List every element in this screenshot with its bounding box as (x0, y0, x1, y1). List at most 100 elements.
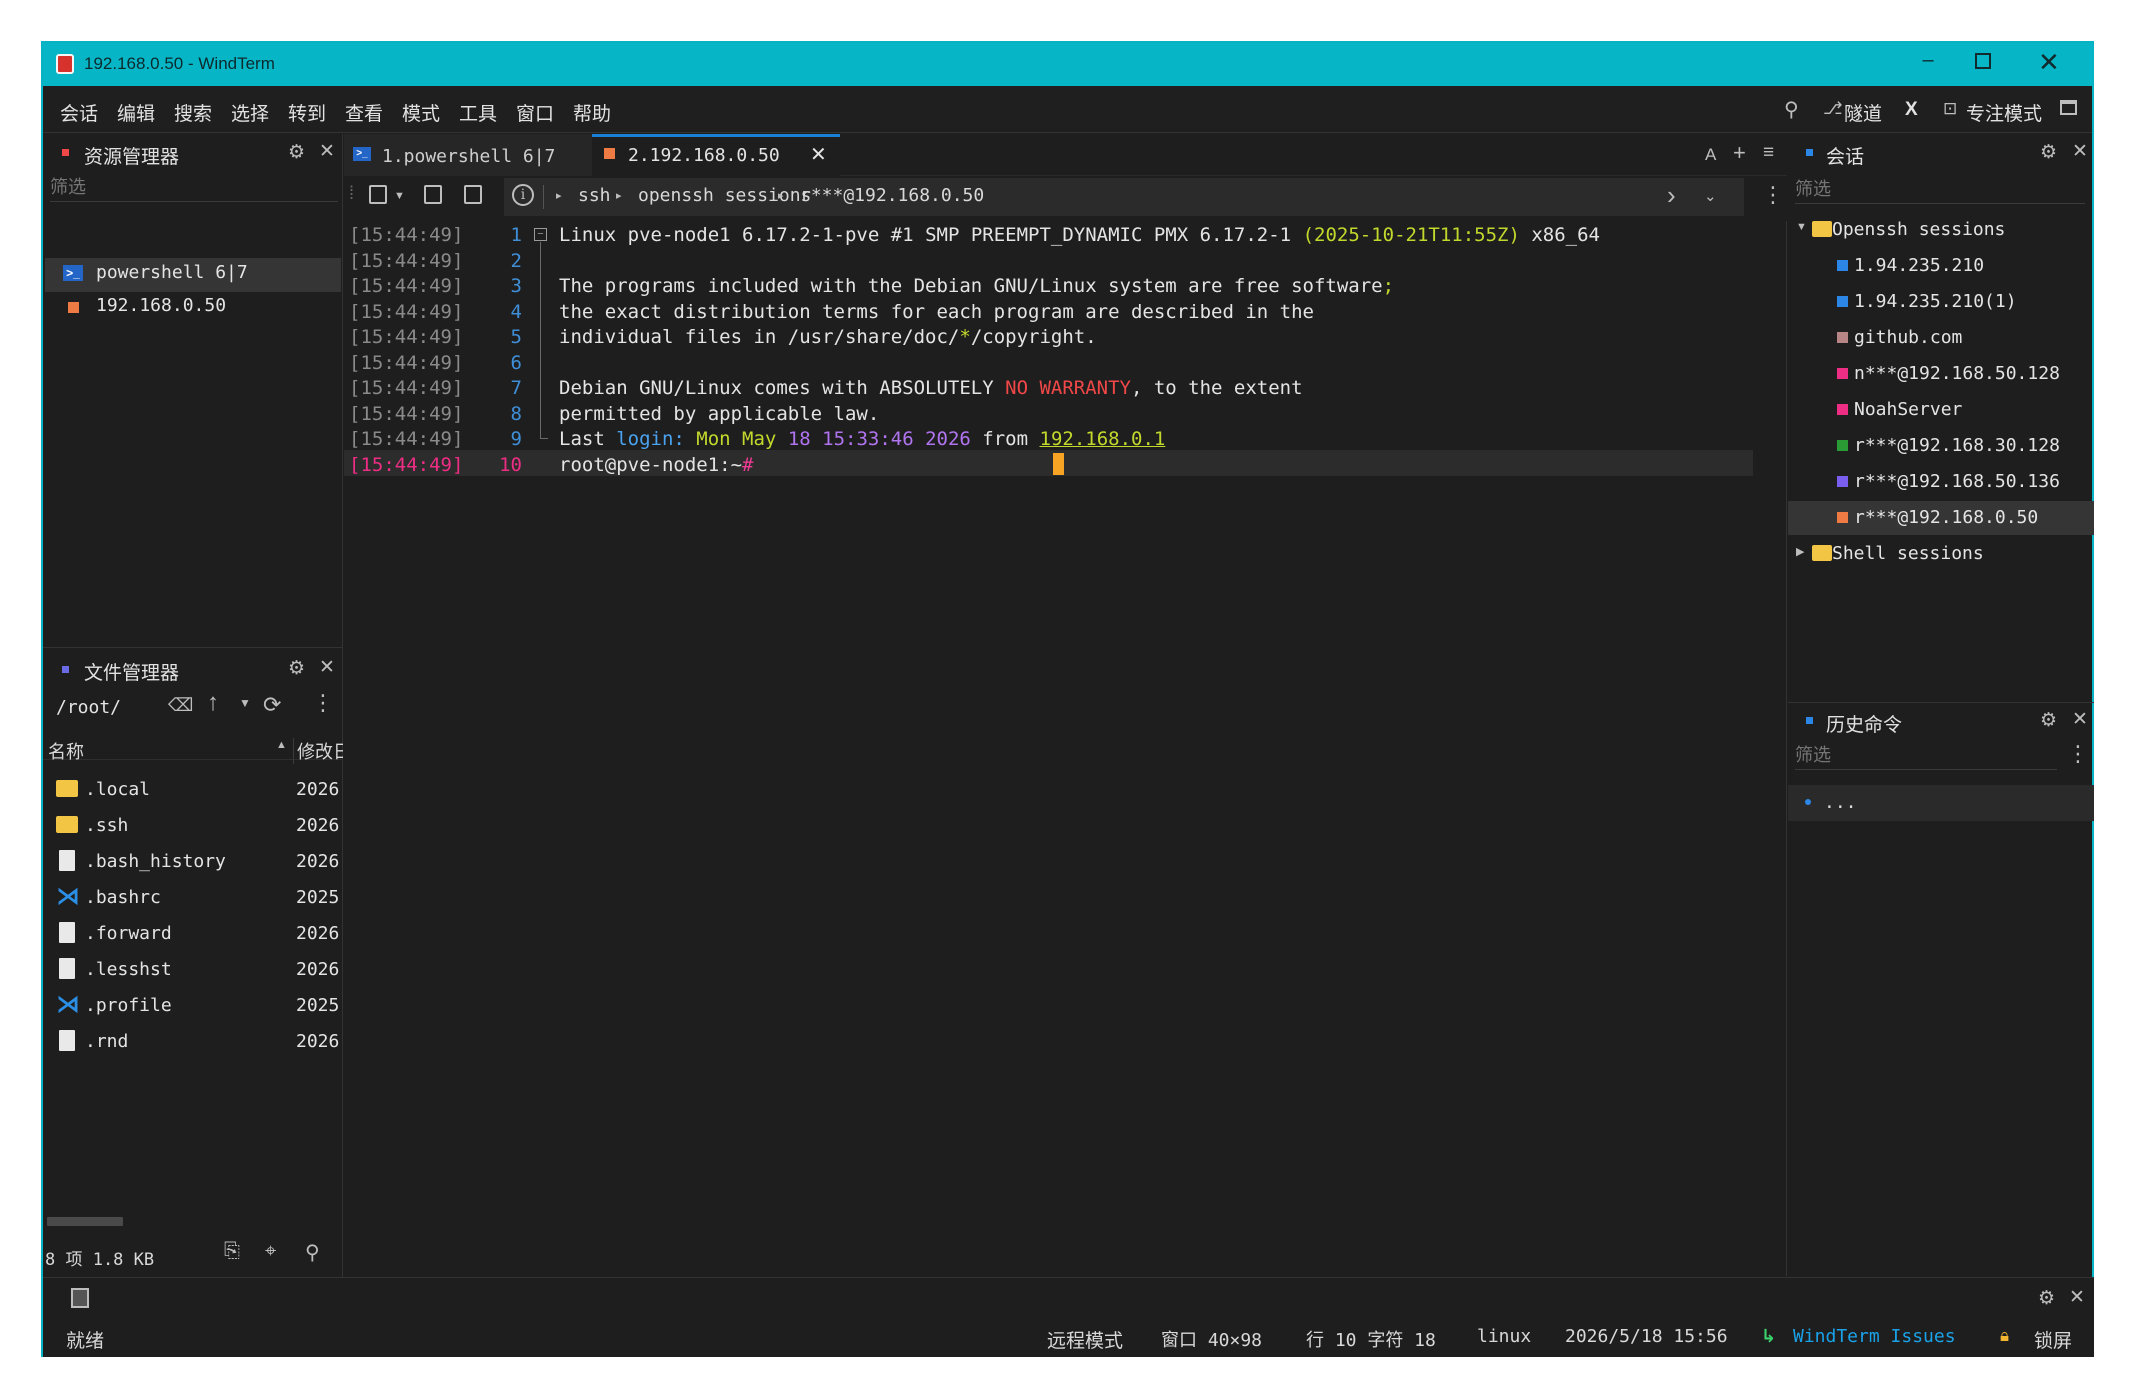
drag-handle-icon[interactable]: ⁞ (349, 183, 354, 204)
chevron-down-icon[interactable]: ▼ (239, 696, 251, 710)
explorer-filter-input[interactable] (50, 174, 338, 202)
close-window-button[interactable]: ✕ (2038, 47, 2060, 78)
output-panel-icon[interactable] (71, 1288, 89, 1308)
chevron-right-icon[interactable]: › (1667, 180, 1676, 211)
chevron-right-icon[interactable]: ▶ (1796, 545, 1804, 558)
session-item[interactable]: 1.94.235.210(1) (1788, 285, 2094, 319)
status-remote-mode[interactable]: 远程模式 (1047, 1326, 1123, 1353)
settings-gear-icon[interactable]: ⚙ (2040, 141, 2057, 164)
explorer-item-host[interactable]: 192.168.0.50 (96, 295, 226, 316)
file-row[interactable]: .rnd 2026 (43, 1024, 343, 1058)
sessions-filter-input[interactable] (1795, 176, 2085, 204)
menu-view[interactable]: 查看 (345, 99, 383, 126)
clear-path-icon[interactable]: ⌫ (168, 695, 193, 716)
focus-mode-button[interactable]: 专注模式 (1966, 99, 2042, 126)
session-color-icon (1837, 440, 1848, 451)
up-arrow-icon[interactable]: ↑ (207, 689, 219, 717)
menu-tools[interactable]: 工具 (459, 99, 497, 126)
windterm-issues-link[interactable]: WindTerm Issues (1793, 1326, 1956, 1347)
session-item[interactable]: r***@192.168.50.136 (1788, 465, 2094, 499)
file-row[interactable]: .forward 2026 (43, 916, 343, 950)
breadcrumb-item[interactable]: openssh sessions (638, 185, 811, 206)
menu-session[interactable]: 会话 (60, 99, 98, 126)
more-icon[interactable]: ⋮ (2067, 741, 2089, 767)
location-user-icon[interactable]: ⚲ (305, 1240, 320, 1265)
orange-square-icon (68, 302, 79, 313)
menu-goto[interactable]: 转到 (288, 99, 326, 126)
more-icon[interactable]: ⋮ (312, 690, 334, 716)
tab-host[interactable]: 2.192.168.0.50 ✕ (592, 134, 840, 176)
horizontal-scrollbar[interactable] (47, 1217, 123, 1226)
close-panel-icon[interactable]: ✕ (319, 656, 335, 679)
terminal[interactable]: [15:44:49] 1 Linux pve-node1 6.17.2-1-pve … (344, 221, 1787, 1276)
terminal-text: root@pve-node1:~ (559, 453, 743, 476)
file-row[interactable]: .bash_history 2026 (43, 844, 343, 878)
tab-menu-button[interactable]: ≡ (1763, 142, 1774, 164)
refresh-icon[interactable]: ⟳ (263, 692, 281, 718)
settings-gear-icon[interactable]: ⚙ (2038, 1287, 2055, 1310)
session-item[interactable]: github.com (1788, 321, 2094, 355)
maximize-button[interactable] (1975, 53, 1991, 69)
session-item[interactable]: 1.94.235.210 (1788, 249, 2094, 283)
x-button[interactable]: X (1905, 99, 1918, 121)
breadcrumb-item[interactable]: ssh (578, 185, 611, 206)
lock-screen-button[interactable]: 锁屏 (2034, 1326, 2072, 1353)
status-window-size[interactable]: 窗口 40×98 (1161, 1326, 1262, 1352)
settings-gear-icon[interactable]: ⚙ (2040, 709, 2057, 732)
tunnel-button[interactable]: 隧道 (1844, 99, 1882, 126)
session-group[interactable]: ▼ Openssh sessions (1788, 213, 2094, 247)
close-panel-icon[interactable]: ✕ (2072, 708, 2088, 731)
session-item[interactable]: NoahServer (1788, 393, 2094, 427)
minimize-button[interactable]: – (1913, 49, 1943, 79)
column-modified[interactable]: 修改日 (293, 738, 343, 764)
menu-edit[interactable]: 编辑 (117, 99, 155, 126)
path-input[interactable]: /root/ (56, 697, 121, 718)
settings-gear-icon[interactable]: ⚙ (288, 141, 305, 164)
close-panel-icon[interactable]: ✕ (2069, 1286, 2085, 1309)
file-row[interactable]: ⋊ .bashrc 2025 (43, 880, 343, 914)
session-item[interactable]: n***@192.168.50.128 (1788, 357, 2094, 391)
menu-mode[interactable]: 模式 (402, 99, 440, 126)
copy-session-icon[interactable] (464, 185, 482, 204)
font-button[interactable]: A (1705, 145, 1716, 165)
history-title: 历史命令 (1826, 715, 1903, 736)
session-group[interactable]: ▶ Shell sessions (1788, 537, 2094, 571)
close-panel-icon[interactable]: ✕ (2072, 140, 2088, 163)
location-pin-icon[interactable]: ⌖ (265, 1240, 276, 1263)
session-color-icon (1837, 404, 1848, 415)
file-row[interactable]: .lesshst 2026 (43, 952, 343, 986)
breadcrumb-item[interactable]: r***@192.168.0.50 (800, 185, 984, 206)
status-cursor-position[interactable]: 行 10 字符 18 (1306, 1326, 1436, 1352)
tab-powershell[interactable]: >_ 1.powershell 6|7 (344, 134, 592, 176)
menu-window[interactable]: 窗口 (516, 99, 554, 126)
more-icon[interactable]: ⋮ (1762, 182, 1784, 208)
session-item[interactable]: r***@192.168.30.128 (1788, 429, 2094, 463)
fold-icon[interactable]: − (534, 228, 547, 241)
new-session-icon[interactable] (369, 185, 387, 204)
history-filter-input[interactable] (1795, 742, 2057, 770)
menu-help[interactable]: 帮助 (573, 99, 611, 126)
chevron-down-icon[interactable]: ⌄ (1704, 187, 1717, 205)
search-icon[interactable]: ⚲ (1784, 97, 1799, 122)
line-timestamp: [15:44:49] (349, 275, 464, 297)
settings-gear-icon[interactable]: ⚙ (288, 657, 305, 680)
layout-icon[interactable] (2060, 100, 2077, 115)
file-row[interactable]: .local 2026 (43, 772, 343, 806)
column-name[interactable]: 名称 (48, 738, 84, 764)
close-tab-icon[interactable]: ✕ (810, 142, 827, 167)
close-panel-icon[interactable]: ✕ (319, 140, 335, 163)
file-row[interactable]: .ssh 2026 (43, 808, 343, 842)
menu-search[interactable]: 搜索 (174, 99, 212, 126)
folder-icon (56, 780, 78, 797)
add-tab-button[interactable]: + (1733, 140, 1746, 166)
file-row[interactable]: ⋊ .profile 2025 (43, 988, 343, 1022)
open-folder-icon[interactable]: ⎘ (224, 1240, 240, 1263)
menu-select[interactable]: 选择 (231, 99, 269, 126)
chevron-down-icon[interactable]: ▼ (394, 190, 405, 202)
info-icon[interactable]: i (512, 184, 534, 206)
session-toolbar: ⁞ ▼ i ▸ ssh ▸ openssh sessions ▸ r***@19… (344, 178, 1787, 216)
duplicate-session-icon[interactable] (424, 185, 442, 204)
session-item[interactable]: r***@192.168.0.50 (1788, 501, 2094, 535)
session-color-icon (1837, 512, 1848, 523)
chevron-down-icon[interactable]: ▼ (1796, 221, 1807, 233)
